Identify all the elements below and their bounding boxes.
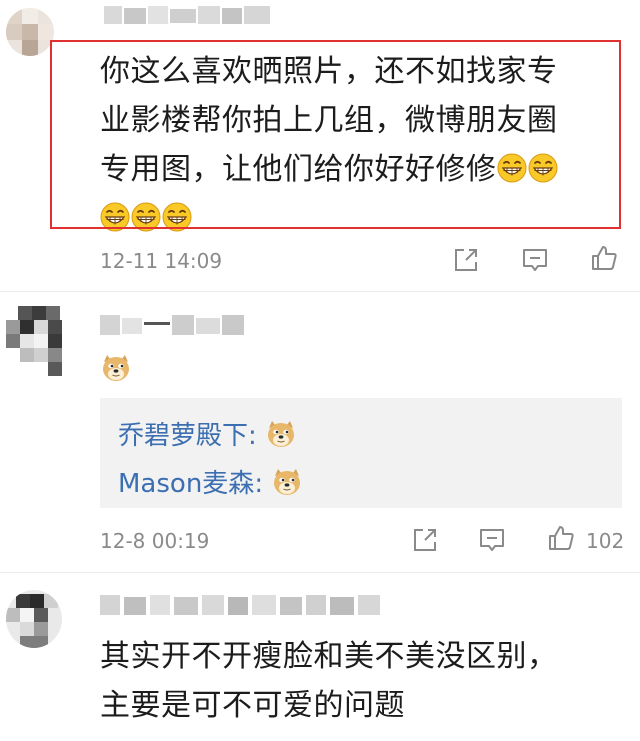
like-count: 102 bbox=[586, 529, 625, 553]
username-blurred[interactable] bbox=[100, 592, 400, 618]
thumbs-up-icon[interactable] bbox=[589, 243, 619, 273]
thumbs-up-icon[interactable] bbox=[546, 523, 576, 553]
divider bbox=[0, 291, 640, 292]
reply-box[interactable]: 乔碧萝殿下: Mason麦森: bbox=[100, 398, 622, 508]
comment-icon[interactable] bbox=[477, 525, 507, 555]
avatar[interactable] bbox=[6, 306, 72, 378]
reply-username[interactable]: Mason麦森 bbox=[118, 469, 254, 499]
reply-colon: : bbox=[254, 469, 264, 499]
doge-emoji-icon bbox=[265, 418, 297, 450]
comment-text: 其实开不开瘦脸和美不美没区别， 主要是可不可爱的问题 bbox=[100, 632, 620, 730]
username-blurred[interactable] bbox=[104, 4, 284, 26]
username-blurred[interactable] bbox=[100, 312, 250, 338]
doge-emoji-icon bbox=[100, 352, 132, 384]
divider bbox=[0, 572, 640, 573]
highlight-box bbox=[50, 40, 621, 229]
comment-time: 12-11 14:09 bbox=[100, 249, 223, 273]
reply-username[interactable]: 乔碧萝殿下 bbox=[118, 421, 248, 451]
comment-line: 主要是可不可爱的问题 bbox=[100, 688, 405, 723]
comment-icon[interactable] bbox=[520, 245, 550, 275]
reply-item[interactable]: Mason麦森: bbox=[118, 466, 303, 501]
doge-emoji-icon bbox=[271, 466, 303, 498]
reply-item[interactable]: 乔碧萝殿下: bbox=[118, 418, 297, 453]
share-icon[interactable] bbox=[410, 525, 440, 555]
avatar[interactable] bbox=[6, 590, 62, 648]
comment-line: 其实开不开瘦脸和美不美没区别， bbox=[100, 639, 558, 674]
avatar[interactable] bbox=[6, 8, 54, 56]
reply-colon: : bbox=[248, 421, 257, 451]
comment-time: 12-8 00:19 bbox=[100, 529, 210, 553]
share-icon[interactable] bbox=[451, 245, 481, 275]
